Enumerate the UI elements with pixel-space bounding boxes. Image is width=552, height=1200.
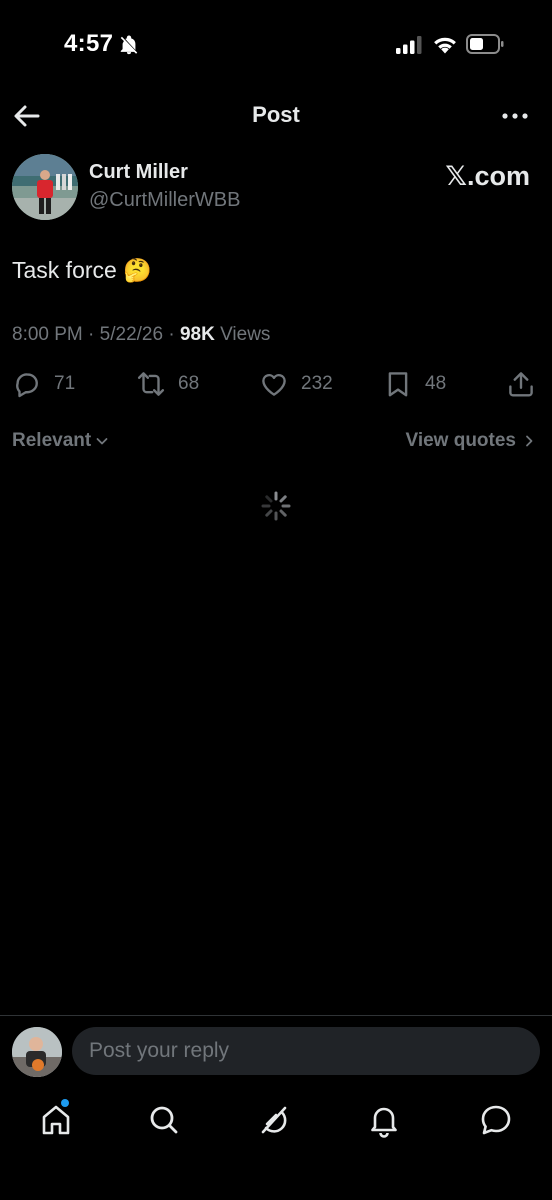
battery-icon <box>466 34 504 54</box>
loading-spinner-icon <box>261 491 291 521</box>
author-avatar[interactable] <box>12 154 78 220</box>
heart-icon <box>262 374 286 396</box>
reply-icon <box>16 373 38 398</box>
post-text: Task force 🤔 <box>12 257 152 283</box>
post-actions: 71 68 232 48 <box>0 364 552 404</box>
meta-separator: · <box>168 324 180 345</box>
replies-filter-row: Relevant View quotes <box>0 428 552 458</box>
author-name[interactable]: Curt Miller <box>89 161 188 184</box>
post-time: 8:00 PM <box>12 324 83 345</box>
home-icon[interactable] <box>36 1100 76 1140</box>
source-badge: 𝕏.com <box>445 161 530 191</box>
bookmark-count: 48 <box>425 373 447 394</box>
grok-icon[interactable] <box>254 1100 294 1140</box>
status-time: 4:57 <box>64 30 114 57</box>
repost-button[interactable]: 68 <box>136 364 199 404</box>
status-bar: 4:57 <box>0 0 552 90</box>
user-avatar[interactable] <box>12 1027 62 1077</box>
like-button[interactable]: 232 <box>259 364 333 404</box>
share-icon <box>509 372 533 397</box>
bell-off-icon <box>120 35 138 55</box>
like-count: 232 <box>301 373 333 394</box>
views-label: Views <box>220 324 271 345</box>
bookmark-button[interactable]: 48 <box>383 364 446 404</box>
notifications-bell-icon[interactable] <box>364 1100 404 1140</box>
bottom-navigation <box>0 1090 552 1150</box>
search-icon[interactable] <box>144 1100 184 1140</box>
views-count: 98K <box>179 324 215 345</box>
more-options-icon[interactable] <box>500 104 530 128</box>
post-date: 5/22/26 <box>99 324 164 345</box>
meta-separator: · <box>88 324 100 345</box>
sort-replies-dropdown[interactable]: Relevant <box>12 430 109 452</box>
top-app-bar: Post <box>0 92 552 140</box>
wifi-icon <box>434 37 456 54</box>
sort-label: Relevant <box>12 430 92 451</box>
post-meta: 8:00 PM · 5/22/26 · 98K Views <box>12 324 270 346</box>
reply-count: 71 <box>54 373 76 394</box>
chevron-right-icon <box>526 435 533 447</box>
divider <box>0 1015 552 1016</box>
reply-input[interactable] <box>72 1027 540 1075</box>
view-quotes-link[interactable]: View quotes <box>405 430 536 452</box>
bookmark-icon <box>388 372 408 397</box>
repost-icon <box>137 372 165 396</box>
share-button[interactable] <box>506 364 536 404</box>
author-handle[interactable]: @CurtMillerWBB <box>89 189 240 212</box>
chevron-down-icon <box>96 438 108 445</box>
page-title: Post <box>252 102 300 127</box>
repost-count: 68 <box>178 373 200 394</box>
reply-button[interactable]: 71 <box>12 364 75 404</box>
signal-icon <box>396 36 422 54</box>
notification-dot <box>61 1099 69 1107</box>
messages-icon[interactable] <box>476 1100 516 1140</box>
view-quotes-label: View quotes <box>405 430 516 451</box>
